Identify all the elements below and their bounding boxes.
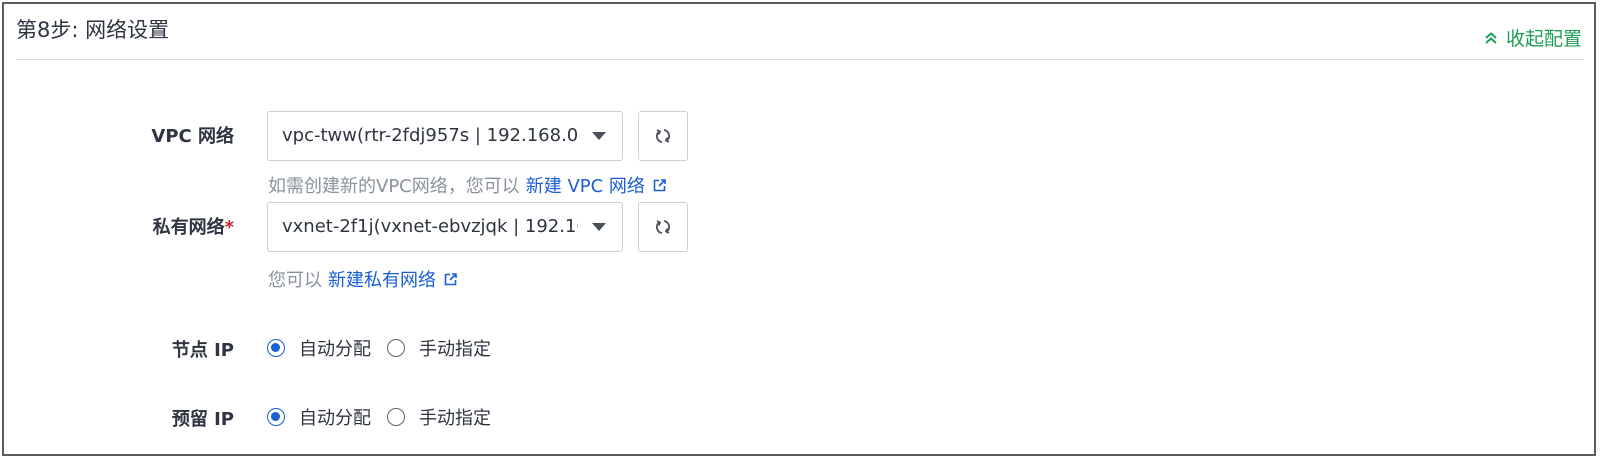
node-ip-auto-radio[interactable]: 自动分配 (267, 335, 371, 361)
network-settings-panel: 第8步: 网络设置 收起配置 VPC 网络 vpc-tww(rtr-2fdj95… (2, 2, 1596, 456)
header-divider (16, 59, 1584, 60)
reserved-ip-auto-radio[interactable]: 自动分配 (267, 404, 371, 430)
refresh-icon (656, 129, 670, 143)
required-mark: * (224, 217, 234, 238)
vpc-hint-text: 如需创建新的VPC网络，您可以 (268, 176, 520, 197)
vpc-network-value: vpc-tww(rtr-2fdj957s | 192.168.0 (282, 125, 578, 146)
reserved-ip-auto-label: 自动分配 (299, 408, 371, 429)
vxnet-hint-text: 您可以 (268, 270, 322, 291)
node-ip-radio-group: 自动分配 手动指定 (267, 335, 507, 361)
refresh-icon (656, 220, 670, 234)
create-vxnet-link[interactable]: 新建私有网络 (328, 266, 457, 292)
radio-unchecked-icon (387, 408, 405, 426)
reserved-ip-label: 预留 IP (171, 409, 234, 430)
private-network-select[interactable]: vxnet-2f1j(vxnet-ebvzjqk | 192.16 (267, 202, 623, 252)
node-ip-manual-label: 手动指定 (419, 339, 491, 360)
vpc-network-select[interactable]: vpc-tww(rtr-2fdj957s | 192.168.0 (267, 111, 623, 161)
reserved-ip-manual-label: 手动指定 (419, 408, 491, 429)
external-link-icon (653, 178, 666, 191)
vpc-hint: 如需创建新的VPC网络，您可以 新建 VPC 网络 (268, 172, 666, 198)
vpc-refresh-button[interactable] (638, 111, 688, 161)
node-ip-manual-radio[interactable]: 手动指定 (387, 335, 491, 361)
create-vpc-link[interactable]: 新建 VPC 网络 (526, 172, 666, 198)
node-ip-auto-label: 自动分配 (299, 339, 371, 360)
private-network-label-text: 私有网络 (152, 217, 225, 238)
vxnet-refresh-button[interactable] (638, 202, 688, 252)
radio-checked-icon (267, 408, 285, 426)
section-title: 第8步: 网络设置 (16, 18, 170, 42)
node-ip-label: 节点 IP (171, 340, 234, 361)
vpc-network-label: VPC 网络 (151, 126, 234, 147)
vxnet-hint: 您可以 新建私有网络 (268, 266, 457, 292)
collapse-config-button[interactable]: 收起配置 (1484, 24, 1582, 51)
chevron-double-up-icon (1485, 31, 1497, 44)
external-link-icon (444, 272, 457, 285)
caret-down-icon (592, 223, 606, 231)
collapse-config-label: 收起配置 (1505, 28, 1582, 50)
private-network-value: vxnet-2f1j(vxnet-ebvzjqk | 192.16 (282, 216, 578, 237)
reserved-ip-manual-radio[interactable]: 手动指定 (387, 404, 491, 430)
caret-down-icon (592, 132, 606, 140)
radio-checked-icon (267, 339, 285, 357)
private-network-label: 私有网络* (4, 213, 234, 239)
create-vpc-link-label: 新建 VPC 网络 (525, 176, 645, 197)
radio-unchecked-icon (387, 339, 405, 357)
reserved-ip-radio-group: 自动分配 手动指定 (267, 404, 507, 430)
create-vxnet-link-label: 新建私有网络 (328, 270, 436, 291)
